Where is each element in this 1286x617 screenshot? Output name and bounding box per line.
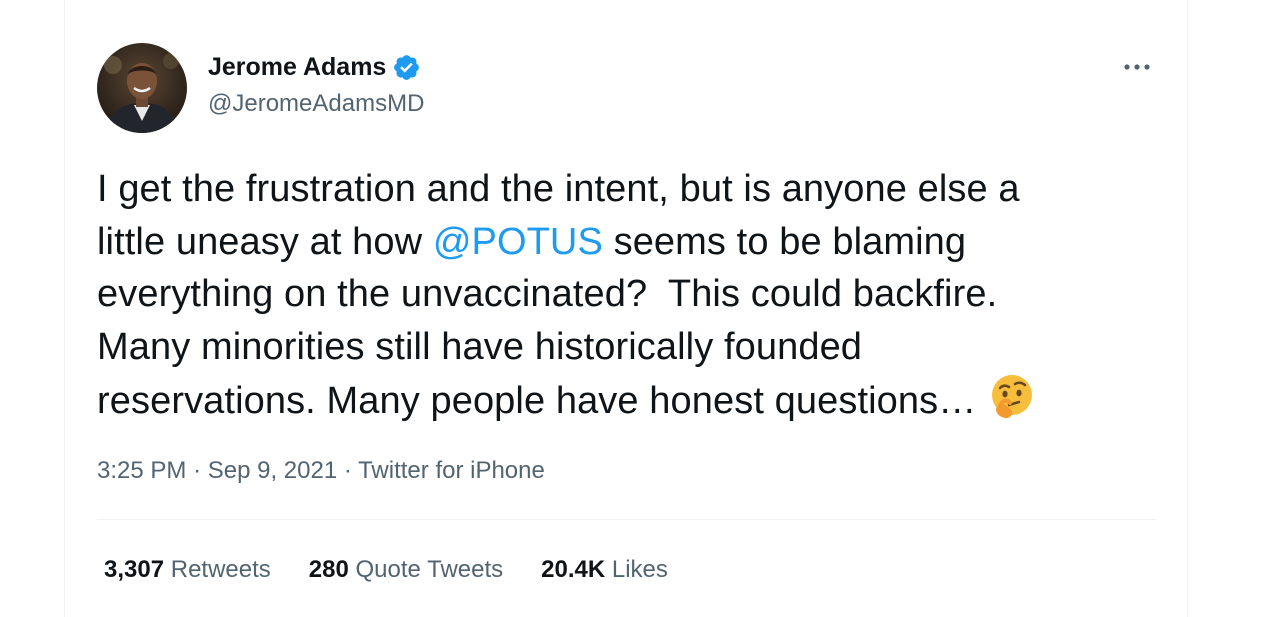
quote-tweets-stat[interactable]: 280 Quote Tweets	[309, 555, 503, 585]
tweet-stats: 3,307 Retweets 280 Quote Tweets 20.4K Li…	[104, 555, 706, 585]
tweet-time[interactable]: 3:25 PM	[97, 457, 186, 484]
tweet-card: Jerome Adams @JeromeAdamsMD I get the fr…	[64, 0, 1188, 617]
mention-link[interactable]: @POTUS	[433, 221, 603, 263]
more-dots-icon	[1124, 64, 1150, 70]
verified-badge-icon	[394, 54, 420, 80]
avatar[interactable]	[97, 43, 187, 133]
author-name-row: Jerome Adams	[208, 52, 421, 82]
meta-separator: ·	[193, 457, 202, 484]
tweet-source[interactable]: Twitter for iPhone	[358, 457, 545, 484]
author-handle[interactable]: @JeromeAdamsMD	[208, 89, 424, 119]
tweet-metadata: 3:25 PM · Sep 9, 2021 · Twitter for iPho…	[97, 456, 545, 486]
more-options-button[interactable]	[1119, 53, 1155, 81]
tweet-text: I get the frustration and the intent, bu…	[97, 163, 1177, 436]
retweets-count: 3,307	[104, 556, 165, 583]
likes-count: 20.4K	[541, 556, 606, 583]
quote-tweets-label: Quote Tweets	[355, 556, 504, 583]
quote-tweets-count: 280	[308, 556, 349, 583]
thinking-face-icon	[988, 373, 1036, 436]
likes-stat[interactable]: 20.4K Likes	[541, 555, 668, 585]
author-name[interactable]: Jerome Adams	[208, 52, 386, 82]
retweets-label: Retweets	[170, 556, 271, 583]
tweet-date[interactable]: Sep 9, 2021	[208, 457, 337, 484]
meta-separator: ·	[343, 457, 352, 484]
likes-label: Likes	[611, 556, 668, 583]
retweets-stat[interactable]: 3,307 Retweets	[104, 555, 271, 585]
avatar-photo	[97, 43, 187, 133]
divider	[97, 519, 1157, 520]
